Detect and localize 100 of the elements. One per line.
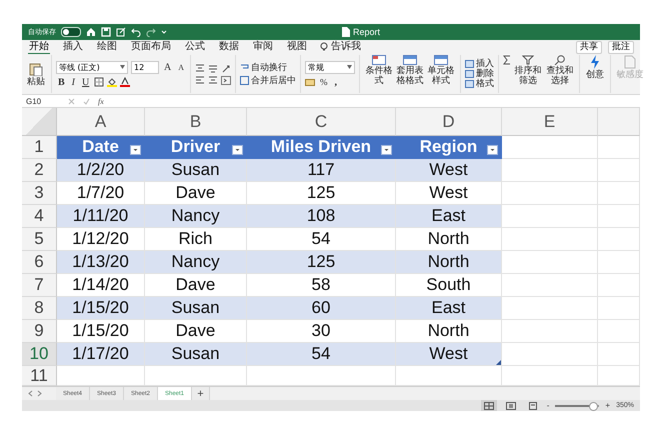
next-sheet-icon[interactable]: [37, 390, 42, 397]
row-header[interactable]: 1: [22, 136, 57, 159]
format-button[interactable]: U: [80, 76, 92, 88]
row-header[interactable]: 2: [22, 159, 57, 182]
orientation-icon[interactable]: [221, 64, 232, 72]
window-title: Report: [353, 27, 380, 37]
font-size-field[interactable]: 12: [131, 60, 159, 74]
column-header[interactable]: C: [247, 108, 396, 136]
zoom-slider-thumb[interactable]: [588, 402, 598, 410]
ribbon-tab[interactable]: 绘图: [96, 40, 118, 54]
row-header[interactable]: 5: [22, 228, 57, 251]
fill-color-icon[interactable]: [107, 77, 118, 87]
filter-dropdown-icon[interactable]: [130, 145, 141, 155]
search-icon[interactable]: [554, 55, 566, 65]
ribbon-tab[interactable]: 插入: [62, 40, 84, 54]
currency-icon[interactable]: [305, 78, 316, 86]
align-middle-icon[interactable]: [208, 64, 218, 72]
autosum-icon[interactable]: [503, 55, 512, 65]
comma-button[interactable]: ,: [332, 76, 340, 88]
lightbulb-icon[interactable]: [320, 42, 328, 52]
merge-cells-icon[interactable]: [240, 76, 250, 85]
cell-reference[interactable]: G10: [26, 96, 60, 106]
tell-me-field[interactable]: 告诉我: [330, 40, 362, 54]
filter-dropdown-icon[interactable]: [487, 145, 498, 155]
ribbon-tab[interactable]: 公式: [184, 40, 206, 54]
ribbon-tab[interactable]: 数据: [218, 40, 240, 54]
wrap-text-button[interactable]: 自动换行: [240, 62, 296, 72]
zoom-in-button[interactable]: +: [605, 401, 610, 410]
style-button[interactable]: 套用表格格式: [395, 55, 426, 86]
font-grow-button[interactable]: A: [162, 62, 174, 72]
editing-button[interactable]: 排序和筛选: [513, 55, 544, 86]
filter-dropdown-icon[interactable]: [381, 145, 392, 155]
format-button[interactable]: I: [70, 76, 78, 88]
undo-icon[interactable]: [131, 27, 141, 37]
lightning-icon[interactable]: [590, 55, 600, 69]
caret-icon[interactable]: [347, 65, 352, 69]
column-header[interactable]: D: [396, 108, 502, 136]
row-header[interactable]: 4: [22, 205, 57, 228]
resize-handle-icon[interactable]: [496, 360, 501, 365]
caret-icon[interactable]: [120, 65, 125, 69]
caret-icon[interactable]: [161, 29, 167, 35]
add-sheet-button[interactable]: +: [192, 387, 210, 400]
format-button[interactable]: B: [56, 76, 67, 88]
row-header[interactable]: 11: [22, 366, 57, 386]
border-icon[interactable]: [94, 77, 104, 87]
number-format-field[interactable]: 常规: [305, 60, 356, 74]
align-center-icon[interactable]: [208, 76, 218, 84]
table-cell: [598, 228, 640, 251]
ribbon-tab[interactable]: 审阅: [252, 40, 274, 54]
table-cell: 1/13/20: [57, 251, 145, 274]
ribbon-tab[interactable]: 视图: [286, 40, 308, 54]
paste-button[interactable]: 粘贴: [25, 62, 47, 86]
save-icon[interactable]: [101, 27, 111, 37]
ideas-button[interactable]: 创意: [584, 55, 606, 80]
cells-button[interactable]: 格式: [465, 79, 494, 89]
merge-center-button[interactable]: 合并后居中: [240, 76, 296, 86]
column-header[interactable]: A: [57, 108, 145, 136]
zoom-out-button[interactable]: -: [546, 401, 550, 410]
indent-icon[interactable]: [221, 76, 232, 84]
redo-icon[interactable]: [146, 27, 156, 37]
table-style-icon[interactable]: [434, 55, 448, 65]
comments-button[interactable]: 批注: [608, 40, 634, 54]
table-cell: Susan: [145, 297, 247, 320]
column-header[interactable]: B: [145, 108, 247, 136]
function-label[interactable]: fx: [98, 96, 104, 106]
cells-button[interactable]: 删除: [465, 69, 494, 79]
row-header[interactable]: 6: [22, 251, 57, 274]
view-button[interactable]: [480, 400, 497, 411]
align-top-icon[interactable]: [195, 64, 206, 72]
font-name-field[interactable]: 等线 (正文): [56, 60, 128, 74]
filter-dropdown-icon[interactable]: [232, 145, 243, 155]
row-header[interactable]: 3: [22, 182, 57, 205]
table-style-icon[interactable]: [403, 55, 418, 65]
edit-icon[interactable]: [116, 27, 126, 37]
style-button[interactable]: 条件格式: [364, 55, 394, 86]
document-icon[interactable]: [342, 27, 350, 37]
grid-view-icon[interactable]: [484, 402, 494, 410]
row-header[interactable]: 10: [22, 343, 57, 366]
editing-button[interactable]: 查找和选择: [545, 55, 576, 86]
column-header[interactable]: E: [502, 108, 598, 136]
table-style-icon[interactable]: [372, 55, 386, 65]
autosave-toggle[interactable]: [61, 27, 81, 37]
page-break-icon[interactable]: [528, 402, 538, 410]
home-icon[interactable]: [86, 27, 96, 37]
row-header[interactable]: 7: [22, 274, 57, 297]
font-shrink-button[interactable]: A: [176, 62, 186, 72]
filter-icon[interactable]: [522, 55, 534, 65]
page-layout-icon[interactable]: [506, 402, 516, 410]
ribbon-tab[interactable]: 页面布局: [130, 40, 172, 54]
row-header[interactable]: 8: [22, 297, 57, 320]
font-color-icon[interactable]: [120, 77, 130, 87]
clipboard-icon[interactable]: [29, 62, 43, 76]
table-cell: [598, 159, 640, 182]
style-button[interactable]: 单元格样式: [426, 55, 456, 86]
cells-button[interactable]: 插入: [465, 59, 494, 69]
percent-button[interactable]: %: [318, 76, 330, 88]
row-header[interactable]: 9: [22, 320, 57, 343]
previous-sheet-icon[interactable]: [28, 390, 33, 397]
share-button[interactable]: 共享: [576, 40, 602, 54]
align-left-icon[interactable]: [195, 76, 206, 84]
